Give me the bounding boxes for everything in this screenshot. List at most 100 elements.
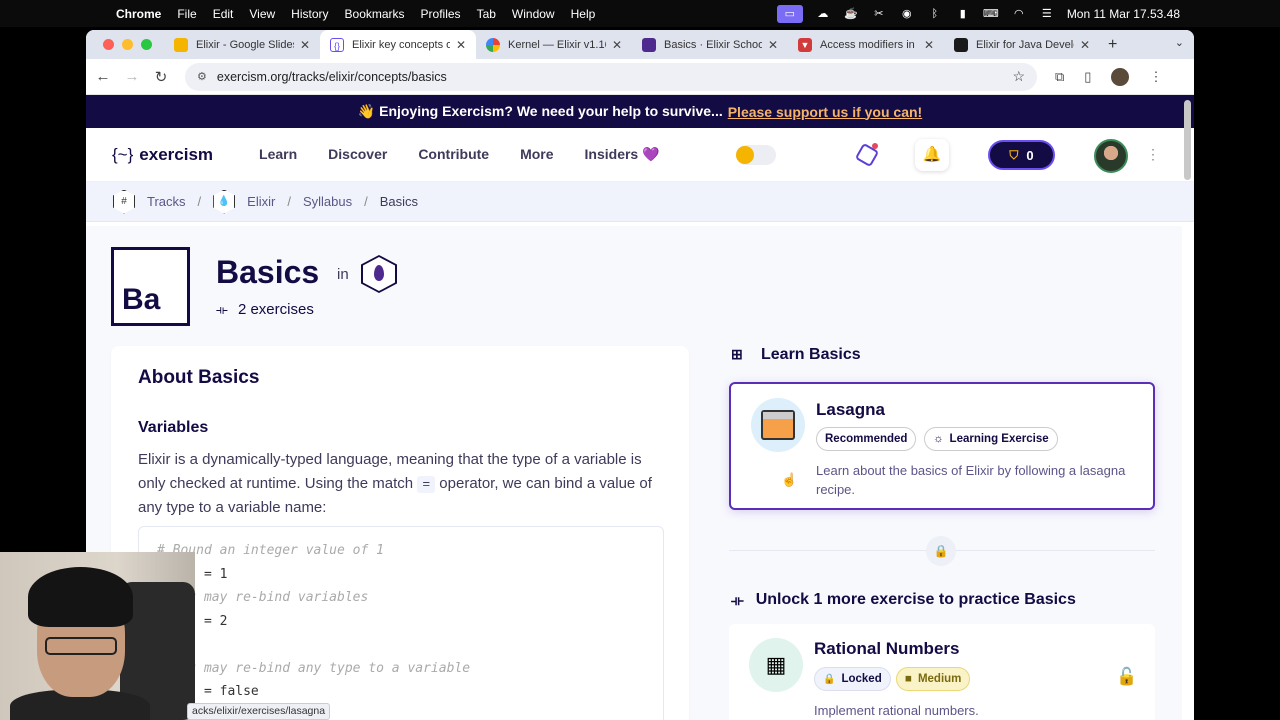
breadcrumb-elixir[interactable]: Elixir bbox=[247, 194, 275, 209]
tab-title: Access modifiers in bbox=[820, 38, 915, 51]
clock[interactable]: Mon 11 Mar 17.53.48 bbox=[1067, 7, 1180, 21]
chrome-favicon-icon bbox=[486, 37, 500, 52]
reputation-count: 0 bbox=[1026, 147, 1034, 163]
breadcrumb-syllabus[interactable]: Syllabus bbox=[303, 194, 352, 209]
code-line: # Bound an integer value of 1 bbox=[157, 543, 384, 558]
profile-avatar[interactable] bbox=[1111, 67, 1130, 86]
code-line: # You may re-bind any type to a variable bbox=[157, 660, 471, 676]
coffee-icon[interactable]: ☕ bbox=[843, 8, 859, 20]
theme-toggle[interactable] bbox=[736, 145, 776, 165]
support-link[interactable]: Please support us if you can! bbox=[728, 104, 923, 120]
locked-tag-text: Locked bbox=[841, 673, 882, 685]
close-window-icon[interactable] bbox=[103, 39, 114, 50]
exercism-logo[interactable]: {~} exercism bbox=[112, 145, 213, 165]
nav-discover[interactable]: Discover bbox=[328, 146, 387, 163]
dumbbell-icon: ⟛ bbox=[216, 302, 228, 317]
battery-icon[interactable]: ▮ bbox=[955, 8, 971, 20]
menu-history[interactable]: History bbox=[291, 7, 328, 21]
menu-edit[interactable]: Edit bbox=[213, 7, 234, 21]
user-avatar[interactable] bbox=[1094, 139, 1128, 173]
unlock-heading: ⟛ Unlock 1 more exercise to practice Bas… bbox=[731, 591, 1076, 609]
notifications-bell-icon[interactable]: 🔔 bbox=[915, 139, 949, 171]
lasagna-exercise-card[interactable]: Lasagna Recommended ☼ Learning Exercise L… bbox=[729, 382, 1155, 510]
recommended-tag: Recommended bbox=[816, 427, 917, 451]
close-tab-icon[interactable]: ✕ bbox=[924, 38, 934, 52]
user-circle-icon[interactable]: ◉ bbox=[899, 8, 915, 20]
cloud-icon[interactable]: ☁ bbox=[815, 8, 831, 20]
close-tab-icon[interactable]: ✕ bbox=[768, 38, 778, 52]
menu-window[interactable]: Window bbox=[512, 7, 555, 21]
scissors-icon[interactable]: ✂ bbox=[871, 8, 887, 20]
about-heading: About Basics bbox=[138, 367, 260, 388]
status-url-tooltip: acks/elixir/exercises/lasagna bbox=[187, 703, 331, 720]
tracks-grid-icon: # bbox=[113, 189, 135, 214]
new-tab-icon[interactable]: + bbox=[1108, 36, 1117, 54]
tab-kernel-docs[interactable]: Kernel — Elixir v1.16 ✕ bbox=[476, 30, 632, 59]
more-options-icon[interactable]: ⋮ bbox=[1146, 146, 1160, 163]
difficulty-tag: ■ Medium bbox=[896, 667, 971, 691]
breadcrumb-tracks[interactable]: Tracks bbox=[147, 194, 186, 209]
abacus-icon: ▦ bbox=[749, 638, 803, 692]
extensions-icon[interactable]: ⧉ bbox=[1055, 69, 1064, 85]
address-bar[interactable]: ⚙ exercism.org/tracks/elixir/concepts/ba… bbox=[185, 62, 1037, 91]
back-icon[interactable]: ← bbox=[91, 68, 115, 85]
screen-record-icon[interactable]: ▭ bbox=[776, 4, 803, 23]
oven-icon bbox=[751, 398, 805, 452]
tab-exercism[interactable]: {} Elixir key concepts o ✕ bbox=[320, 30, 476, 59]
learn-heading: ⊞ Learn Basics bbox=[731, 346, 861, 364]
tab-elixir-school[interactable]: Basics · Elixir School ✕ bbox=[632, 30, 788, 59]
code-block: # Bound an integer value of 1 count = 1 # … bbox=[138, 526, 664, 720]
minimize-window-icon[interactable] bbox=[122, 39, 133, 50]
reload-icon[interactable]: ↻ bbox=[149, 68, 173, 86]
menu-help[interactable]: Help bbox=[571, 7, 596, 21]
nav-more[interactable]: More bbox=[520, 146, 553, 163]
close-tab-icon[interactable]: ✕ bbox=[1080, 38, 1090, 52]
side-panel-icon[interactable]: ▯ bbox=[1084, 69, 1091, 85]
nav-contribute[interactable]: Contribute bbox=[418, 146, 489, 163]
blocks-icon: ⊞ bbox=[731, 346, 743, 362]
notification-dot bbox=[872, 143, 878, 149]
app-menu[interactable]: Chrome bbox=[116, 7, 161, 21]
breadcrumb-current: Basics bbox=[379, 194, 419, 209]
close-tab-icon[interactable]: ✕ bbox=[456, 38, 466, 52]
nav-learn[interactable]: Learn bbox=[259, 146, 297, 163]
presenter-hair bbox=[28, 567, 133, 627]
control-center-icon[interactable]: ☰ bbox=[1039, 8, 1055, 20]
bookmark-star-icon[interactable]: ☆ bbox=[1012, 68, 1025, 85]
reputation-button[interactable]: ⛉ 0 bbox=[988, 140, 1055, 170]
about-paragraph: Elixir is a dynamically-typed language, … bbox=[138, 448, 668, 520]
tab-search-icon[interactable]: ⌄ bbox=[1175, 36, 1184, 49]
rational-numbers-card[interactable]: ▦ Rational Numbers 🔒 Locked ■ Medium Imple… bbox=[729, 624, 1155, 720]
webcam-overlay bbox=[0, 552, 195, 720]
page-scrollbar[interactable] bbox=[1184, 100, 1191, 180]
chrome-menu-icon[interactable]: ⋮ bbox=[1149, 69, 1162, 85]
tab-access-modifiers[interactable]: ▼ Access modifiers in ✕ bbox=[788, 30, 944, 59]
tab-google-slides[interactable]: Elixir - Google Slides ✕ bbox=[164, 30, 320, 59]
browser-window: Elixir - Google Slides ✕ {} Elixir key c… bbox=[86, 30, 1194, 720]
tab-title: Kernel — Elixir v1.16 bbox=[508, 38, 606, 51]
forward-icon[interactable]: → bbox=[120, 68, 144, 85]
page-content: Ba Basics in ⟛ 2 exercises About Basics … bbox=[86, 226, 1182, 720]
menu-tab[interactable]: Tab bbox=[477, 7, 496, 21]
menu-view[interactable]: View bbox=[249, 7, 275, 21]
close-tab-icon[interactable]: ✕ bbox=[300, 38, 310, 52]
lock-icon: 🔒 bbox=[823, 673, 836, 685]
menu-file[interactable]: File bbox=[177, 7, 196, 21]
menu-profiles[interactable]: Profiles bbox=[421, 7, 461, 21]
close-tab-icon[interactable]: ✕ bbox=[612, 38, 622, 52]
bluetooth-icon[interactable]: ᛒ bbox=[927, 8, 943, 20]
elixir-track-icon[interactable] bbox=[361, 255, 397, 293]
wifi-icon[interactable]: ◠ bbox=[1011, 8, 1027, 20]
tab-elixir-java[interactable]: Elixir for Java Develo ✕ bbox=[944, 30, 1100, 59]
menu-bookmarks[interactable]: Bookmarks bbox=[345, 7, 405, 21]
exercise-description: Learn about the basics of Elixir by foll… bbox=[816, 463, 1126, 497]
site-info-icon[interactable]: ⚙ bbox=[197, 70, 207, 83]
keyboard-icon[interactable]: ⌨ bbox=[983, 8, 999, 20]
maximize-window-icon[interactable] bbox=[141, 39, 152, 50]
elixir-drop-icon: 💧 bbox=[213, 189, 236, 214]
dev-favicon-icon bbox=[954, 37, 968, 52]
url-text[interactable]: exercism.org/tracks/elixir/concepts/basi… bbox=[217, 70, 447, 84]
banner-text: 👋 Enjoying Exercism? We need your help t… bbox=[357, 103, 723, 119]
nav-insiders[interactable]: Insiders 💜 bbox=[585, 146, 660, 163]
